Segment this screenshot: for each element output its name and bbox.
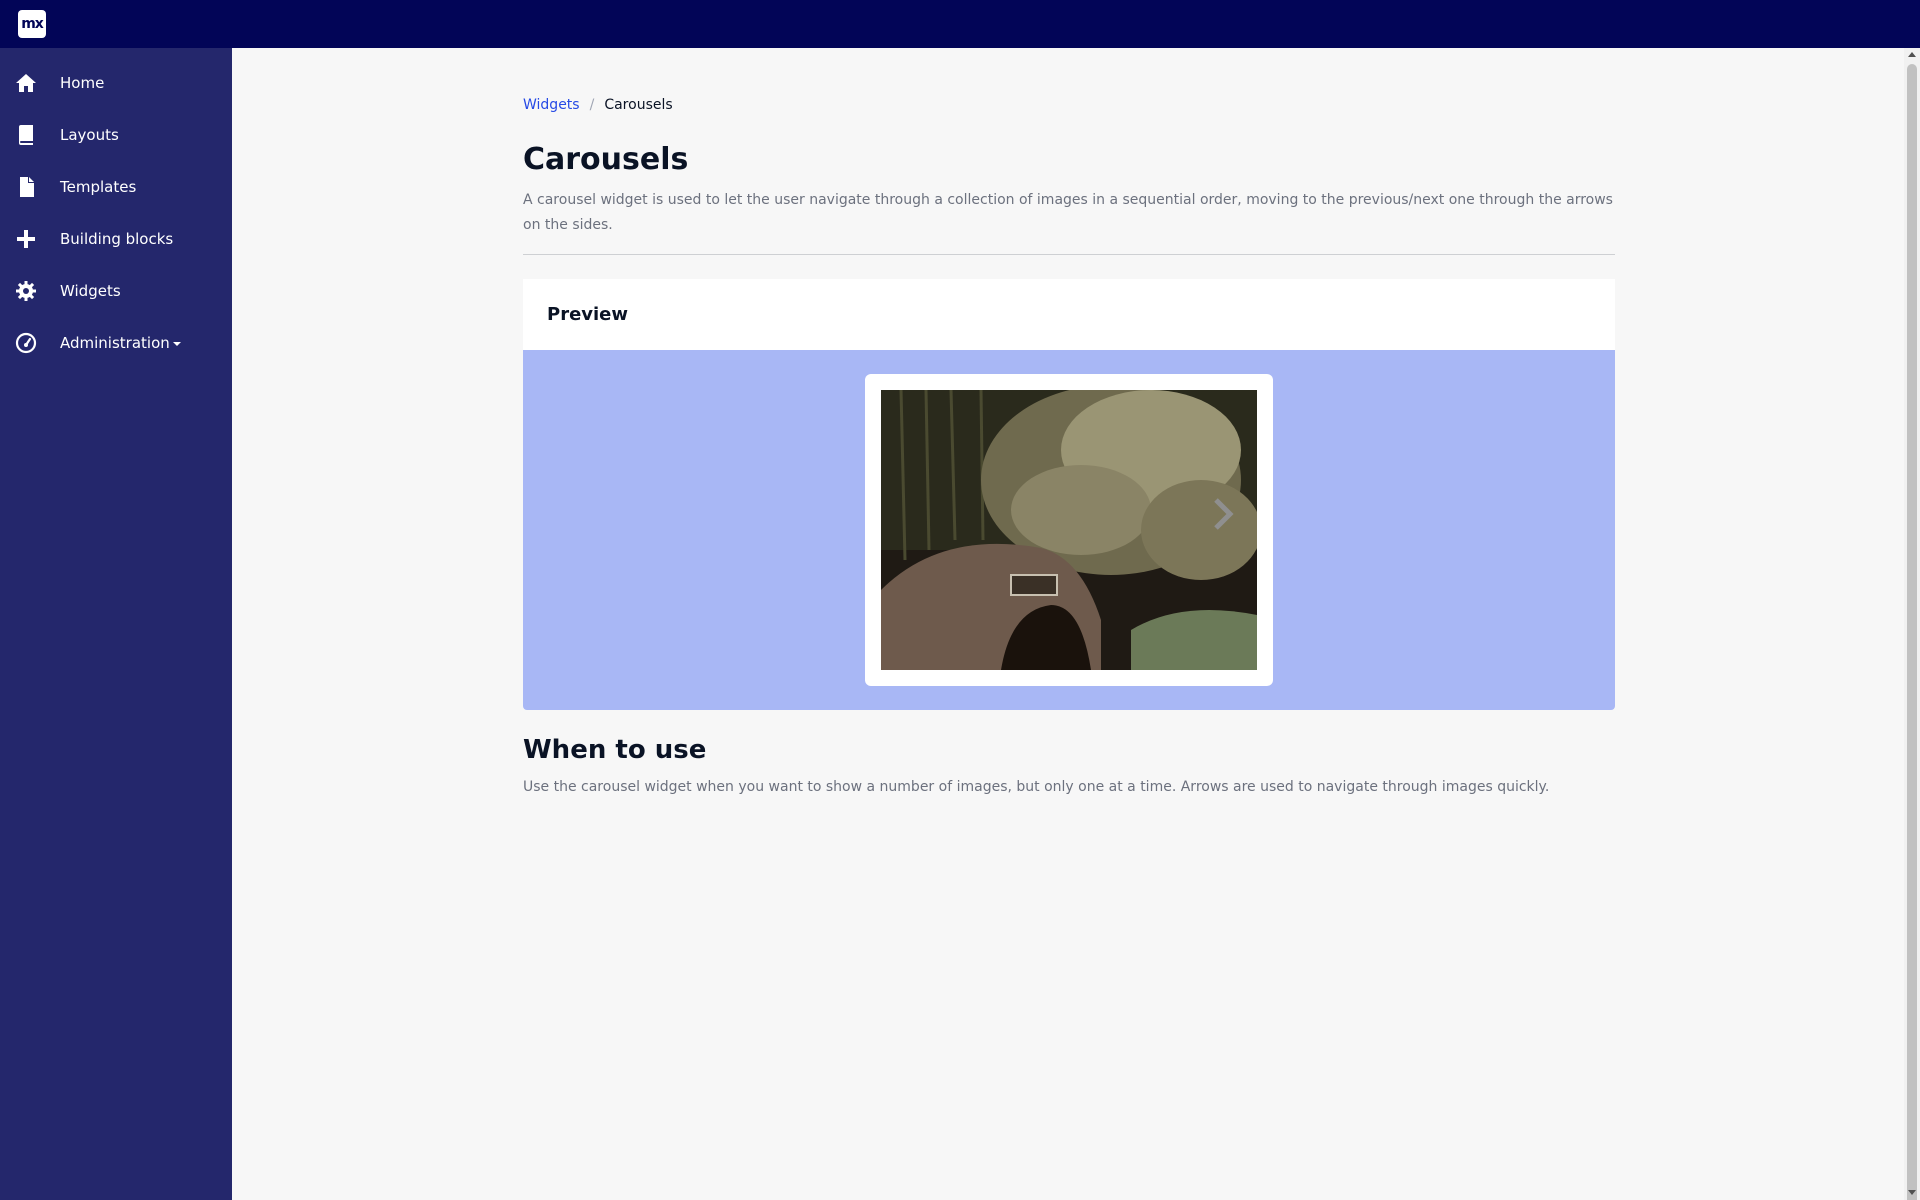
mendix-logo[interactable]: mx bbox=[18, 10, 46, 38]
sidebar-item-templates[interactable]: Templates bbox=[0, 161, 232, 213]
sidebar: Home Layouts Templates Building blocks W… bbox=[0, 48, 232, 1200]
page-description: A carousel widget is used to let the use… bbox=[523, 192, 1613, 233]
when-to-use-title: When to use bbox=[523, 735, 707, 765]
sidebar-item-label: Administration bbox=[60, 333, 181, 353]
dashboard-icon bbox=[14, 331, 38, 355]
sidebar-item-building-blocks[interactable]: Building blocks bbox=[0, 213, 232, 265]
scroll-up-icon[interactable] bbox=[1908, 52, 1916, 57]
sidebar-item-label: Building blocks bbox=[60, 230, 174, 248]
sidebar-item-label: Widgets bbox=[60, 282, 121, 300]
divider bbox=[523, 254, 1615, 255]
sidebar-item-home[interactable]: Home bbox=[0, 57, 232, 109]
preview-area bbox=[523, 350, 1615, 710]
carousel bbox=[865, 374, 1273, 686]
scroll-down-icon[interactable] bbox=[1908, 1190, 1916, 1195]
sidebar-item-widgets[interactable]: Widgets bbox=[0, 265, 232, 317]
sidebar-item-label: Layouts bbox=[60, 126, 119, 144]
gear-icon bbox=[14, 279, 38, 303]
scrollbar[interactable] bbox=[1904, 48, 1920, 1200]
caret-down-icon bbox=[172, 341, 181, 346]
scroll-thumb[interactable] bbox=[1907, 64, 1917, 1200]
breadcrumb: Widgets / Carousels bbox=[523, 95, 673, 115]
sidebar-item-label: Home bbox=[60, 74, 105, 92]
breadcrumb-current: Carousels bbox=[604, 97, 673, 113]
carousel-next-button[interactable] bbox=[1211, 496, 1235, 532]
carousel-image bbox=[881, 390, 1257, 670]
file-icon bbox=[14, 175, 38, 199]
sidebar-item-label: Templates bbox=[60, 178, 137, 196]
plus-icon bbox=[14, 227, 38, 251]
breadcrumb-link-widgets[interactable]: Widgets bbox=[523, 97, 580, 113]
when-to-use-text: Use the carousel widget when you want to… bbox=[523, 779, 1550, 795]
top-bar: mx bbox=[0, 0, 1920, 48]
breadcrumb-separator: / bbox=[589, 97, 595, 113]
sidebar-item-administration[interactable]: Administration bbox=[0, 317, 232, 369]
chevron-right-icon bbox=[1214, 498, 1234, 530]
book-icon bbox=[14, 123, 38, 147]
home-icon bbox=[14, 71, 38, 95]
preview-title: Preview bbox=[547, 304, 629, 325]
preview-card-header: Preview bbox=[523, 279, 1615, 350]
page-title: Carousels bbox=[523, 142, 689, 177]
sidebar-item-layouts[interactable]: Layouts bbox=[0, 109, 232, 161]
